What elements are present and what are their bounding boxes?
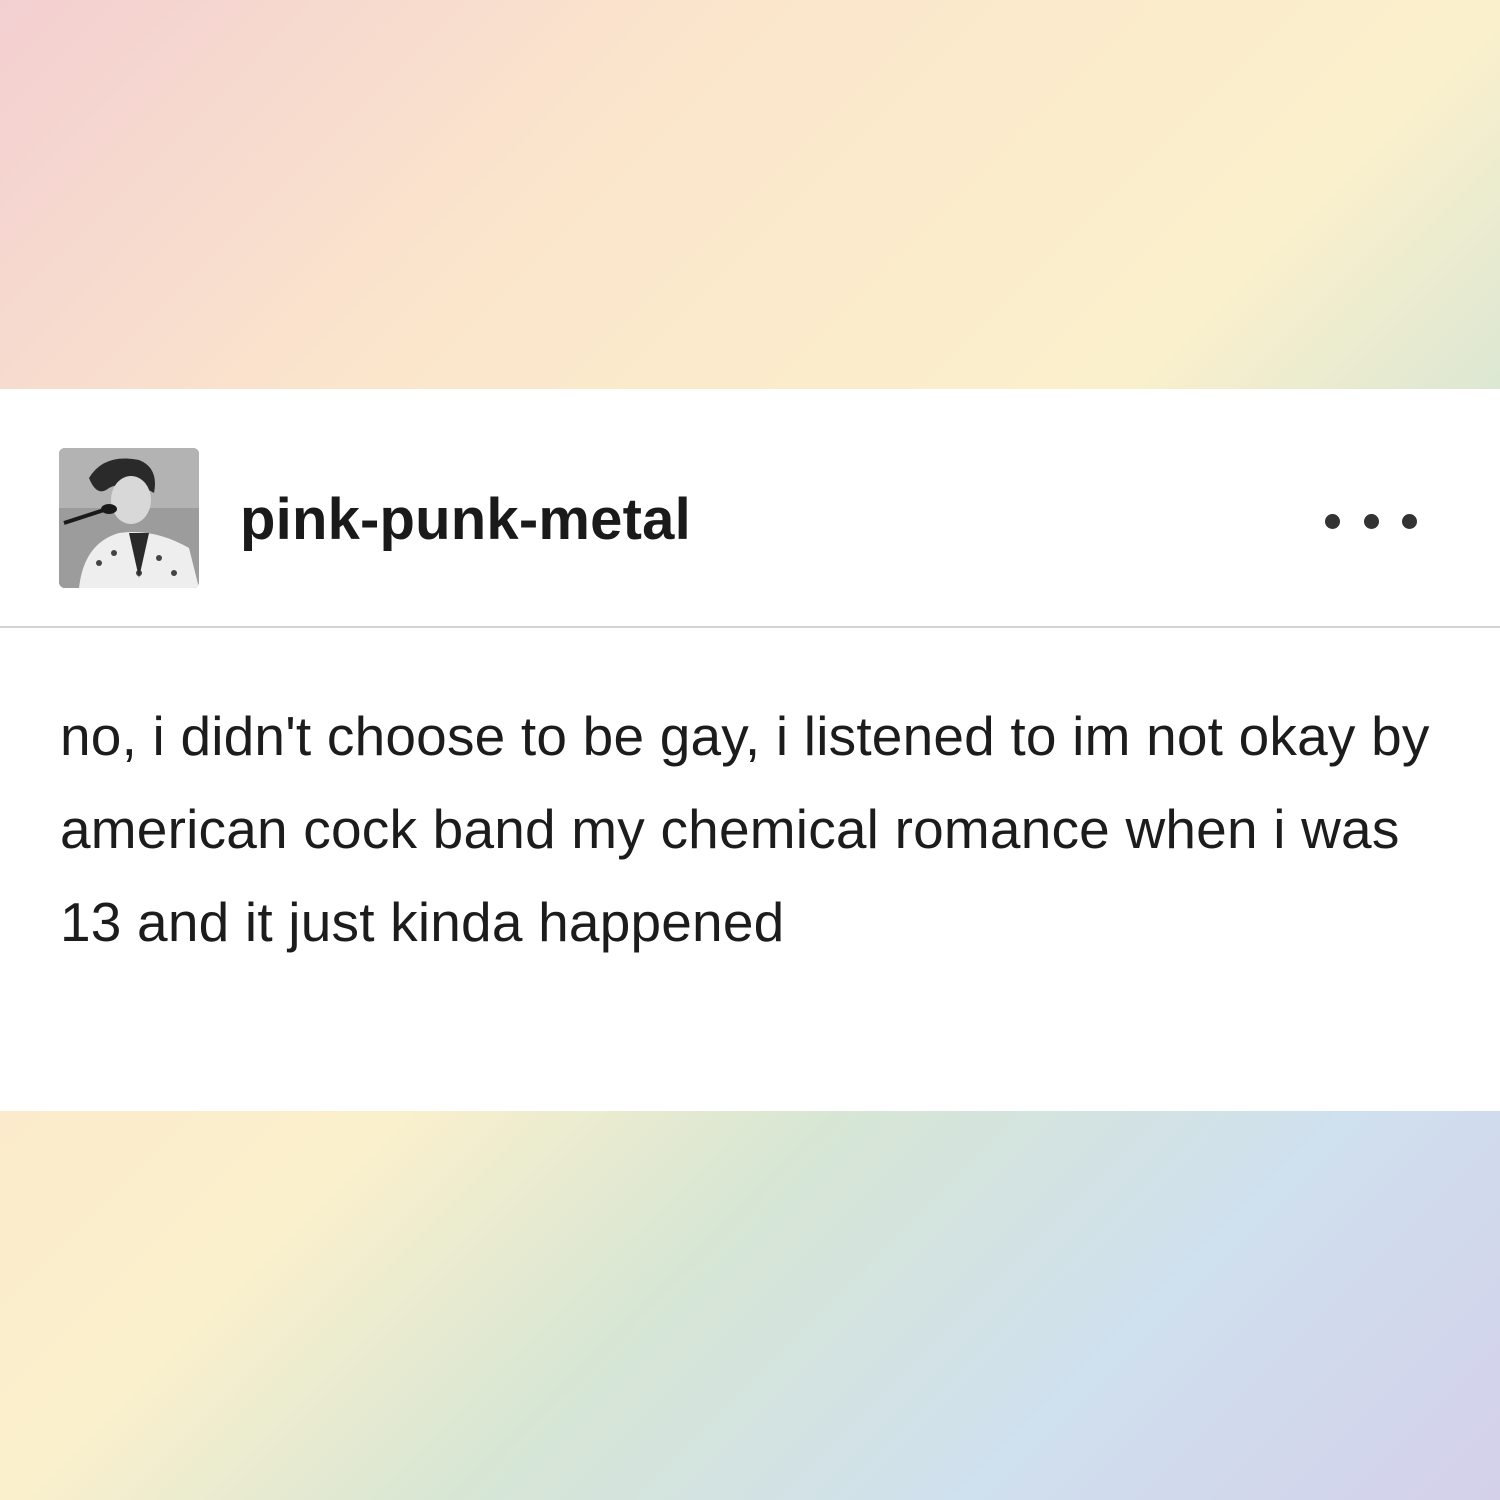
avatar-photo-icon	[59, 448, 199, 588]
more-options-button[interactable]	[1325, 506, 1417, 536]
username-link[interactable]: pink-punk-metal	[240, 487, 691, 553]
more-options-icon	[1363, 513, 1379, 529]
more-options-icon	[1325, 513, 1340, 529]
post-body-text: no, i didn't choose to be gay, i listene…	[60, 705, 1430, 953]
more-options-icon	[1402, 513, 1417, 529]
post-card: pink-punk-metal no, i didn't choose to b…	[0, 389, 1500, 1111]
post-header: pink-punk-metal	[0, 389, 1500, 628]
avatar[interactable]	[59, 448, 199, 588]
